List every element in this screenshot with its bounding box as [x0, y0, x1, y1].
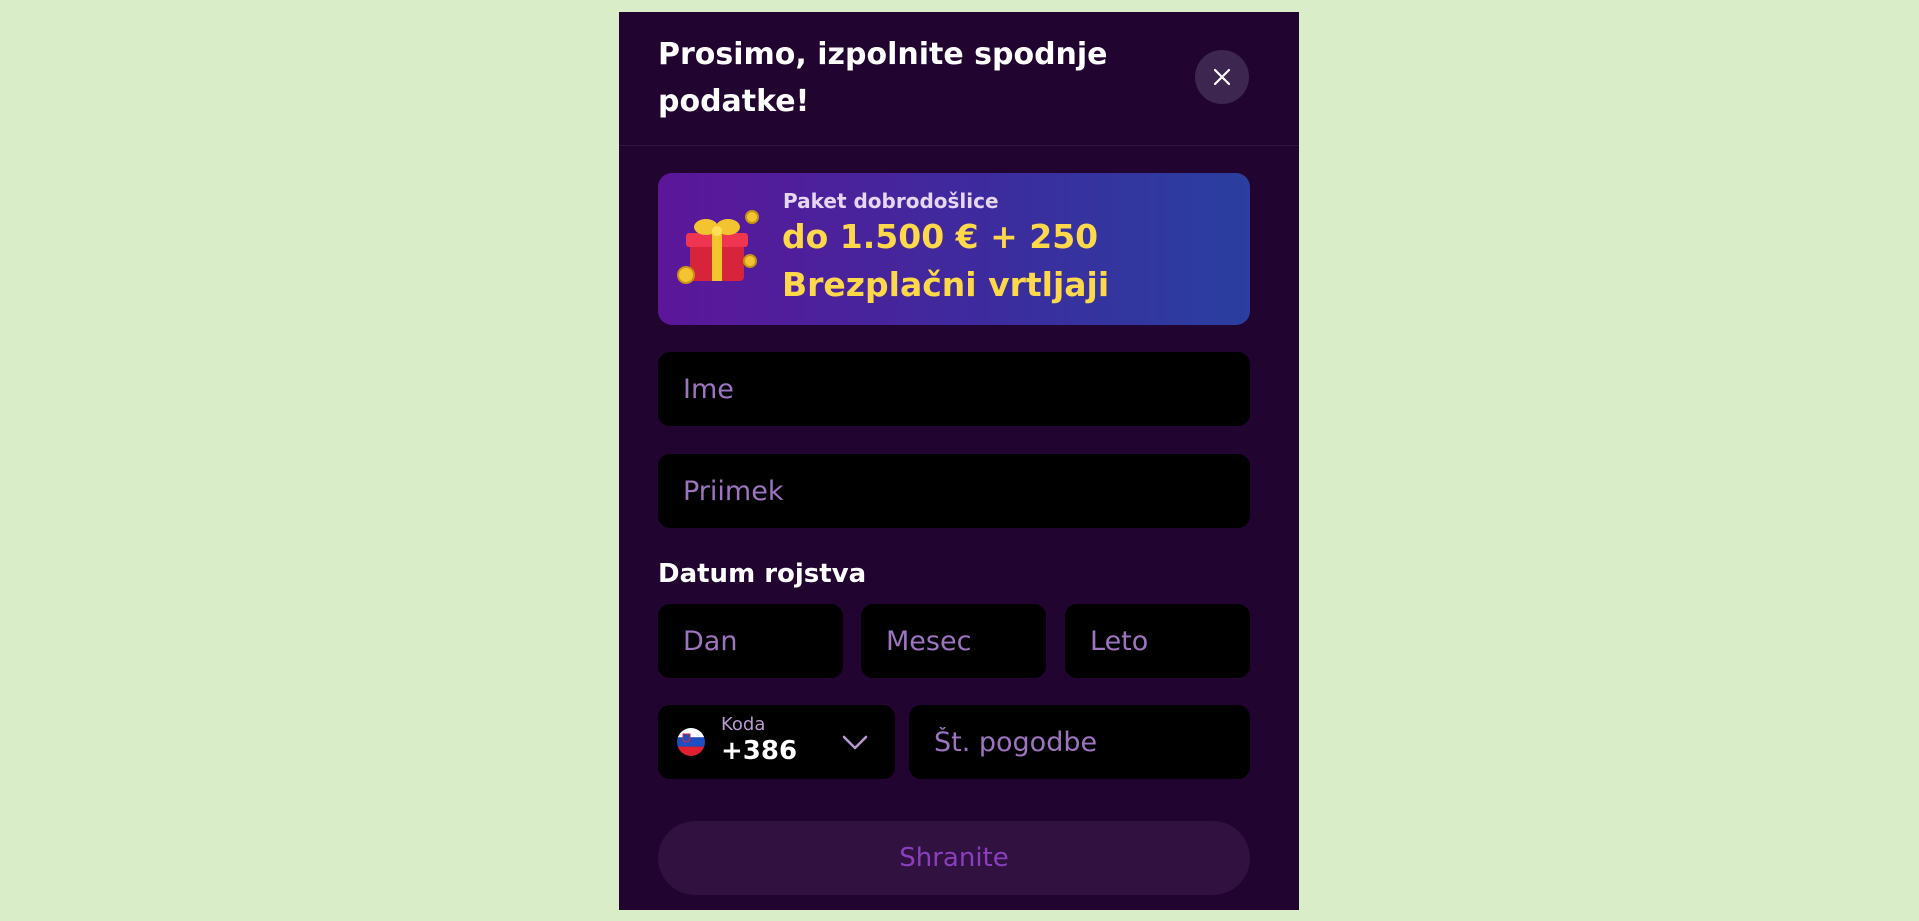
slovenia-flag-icon [677, 728, 705, 756]
free-spins-text: Brezplačni vrtljaji [782, 265, 1110, 304]
phone-code-label: Koda [721, 714, 766, 735]
dob-month-input[interactable] [861, 604, 1046, 678]
dob-year-input[interactable] [1065, 604, 1250, 678]
save-button[interactable]: Shranite [658, 821, 1250, 895]
bonus-amount: do 1.500 € + 250 [782, 217, 1099, 256]
modal-header: Prosimo, izpolnite spodnje podatke! [619, 12, 1299, 146]
banner-subtitle: Paket dobrodošlice [783, 189, 999, 213]
welcome-package-banner: Paket dobrodošlice do 1.500 € + 250 Brez… [658, 173, 1250, 325]
close-button[interactable] [1195, 50, 1249, 104]
last-name-input[interactable] [658, 454, 1250, 528]
first-name-input[interactable] [658, 352, 1250, 426]
modal-title: Prosimo, izpolnite spodnje podatke! [658, 37, 1108, 119]
phone-code-select[interactable]: Koda +386 [658, 705, 895, 779]
gift-icon [677, 210, 759, 284]
dob-day-input[interactable] [658, 604, 843, 678]
date-of-birth-label: Datum rojstva [658, 559, 867, 589]
close-icon [1213, 68, 1231, 86]
phone-code-value: +386 [721, 736, 798, 766]
chevron-down-icon [842, 735, 868, 750]
details-modal: Prosimo, izpolnite spodnje podatke! Pake… [619, 12, 1299, 910]
phone-number-input[interactable] [909, 705, 1250, 779]
